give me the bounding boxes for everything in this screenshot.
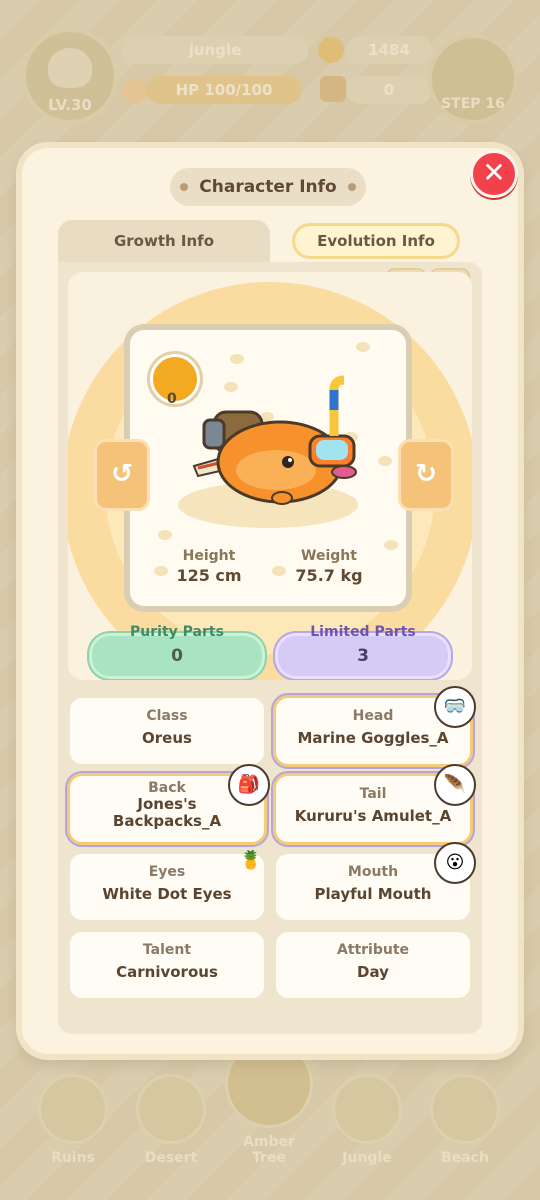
weight-stat: Weight 75.7 kg — [274, 548, 384, 585]
purity-parts: Purity Parts 0 — [92, 624, 262, 676]
mouth-part-card[interactable]: Mouth Playful Mouth 😮 — [276, 842, 476, 920]
attr-key: Talent — [142, 942, 192, 958]
attr-value: White Dot Eyes — [102, 885, 232, 903]
purity-parts-value: 0 — [171, 646, 183, 666]
attribute-card: Attribute Day — [276, 932, 470, 998]
attr-value: Playful Mouth — [314, 885, 432, 903]
backpack-icon: 🎒 — [228, 764, 270, 806]
head-part-card[interactable]: Head Marine Goggles_A 🥽 — [276, 686, 476, 764]
talent-card: Talent Carnivorous — [70, 932, 264, 998]
character-sprite — [192, 375, 357, 505]
mouth-icon: 😮 — [434, 842, 476, 884]
rotate-right-icon: ↻ — [415, 459, 437, 489]
class-card: Class Oreus — [70, 698, 264, 764]
tab-evolution-info[interactable]: Evolution Info — [292, 220, 460, 262]
close-button[interactable]: ✕ — [470, 150, 518, 198]
rotate-left-icon: ↺ — [111, 459, 133, 489]
height-label: Height — [182, 548, 236, 564]
character-info-modal: Character Info ✕ Growth Info Evolution I… — [22, 148, 518, 1054]
eyes-part-card[interactable]: Eyes White Dot Eyes 🍍 — [70, 850, 264, 920]
amulet-icon: 🪶 — [434, 764, 476, 806]
rotate-right-button[interactable]: ↻ — [398, 439, 454, 511]
weight-value: 75.7 kg — [295, 566, 363, 585]
purity-parts-label: Purity Parts — [130, 624, 224, 640]
rotate-left-button[interactable]: ↺ — [94, 439, 150, 511]
attr-key: Attribute — [336, 942, 410, 958]
attr-value: Kururu's Amulet_A — [294, 807, 452, 825]
tab-evolution-label: Evolution Info — [295, 226, 457, 256]
attr-value: Carnivorous — [116, 963, 218, 981]
growth-info-panel: 🍖 ☀ 0 — [58, 262, 482, 1034]
pineapple-icon: 🍍 — [239, 850, 263, 871]
character-frame: 0 Height 125 cm Weight 75.7 kg — [130, 330, 406, 606]
tail-part-card[interactable]: Tail Kururu's Amulet_A 🪶 — [276, 764, 476, 842]
orange-count: 0 — [167, 391, 177, 407]
limited-parts-label: Limited Parts — [310, 624, 416, 640]
height-value: 125 cm — [176, 566, 242, 585]
limited-parts: Limited Parts 3 — [278, 624, 448, 676]
attr-value: Day — [357, 963, 389, 981]
height-stat: Height 125 cm — [154, 548, 264, 585]
attr-value: Oreus — [142, 729, 192, 747]
character-display: 0 Height 125 cm Weight 75.7 kg ↺ ↻ Purit… — [68, 272, 472, 680]
back-part-card[interactable]: Back Jones's Backpacks_A 🎒 — [70, 764, 270, 842]
tab-growth-info[interactable]: Growth Info — [58, 220, 270, 262]
weight-label: Weight — [301, 548, 357, 564]
goggles-icon: 🥽 — [434, 686, 476, 728]
limited-parts-value: 3 — [357, 646, 369, 666]
attr-value: Marine Goggles_A — [297, 729, 449, 747]
close-icon: ✕ — [482, 156, 506, 189]
modal-title: Character Info — [170, 168, 366, 206]
attr-key: Class — [146, 708, 188, 724]
